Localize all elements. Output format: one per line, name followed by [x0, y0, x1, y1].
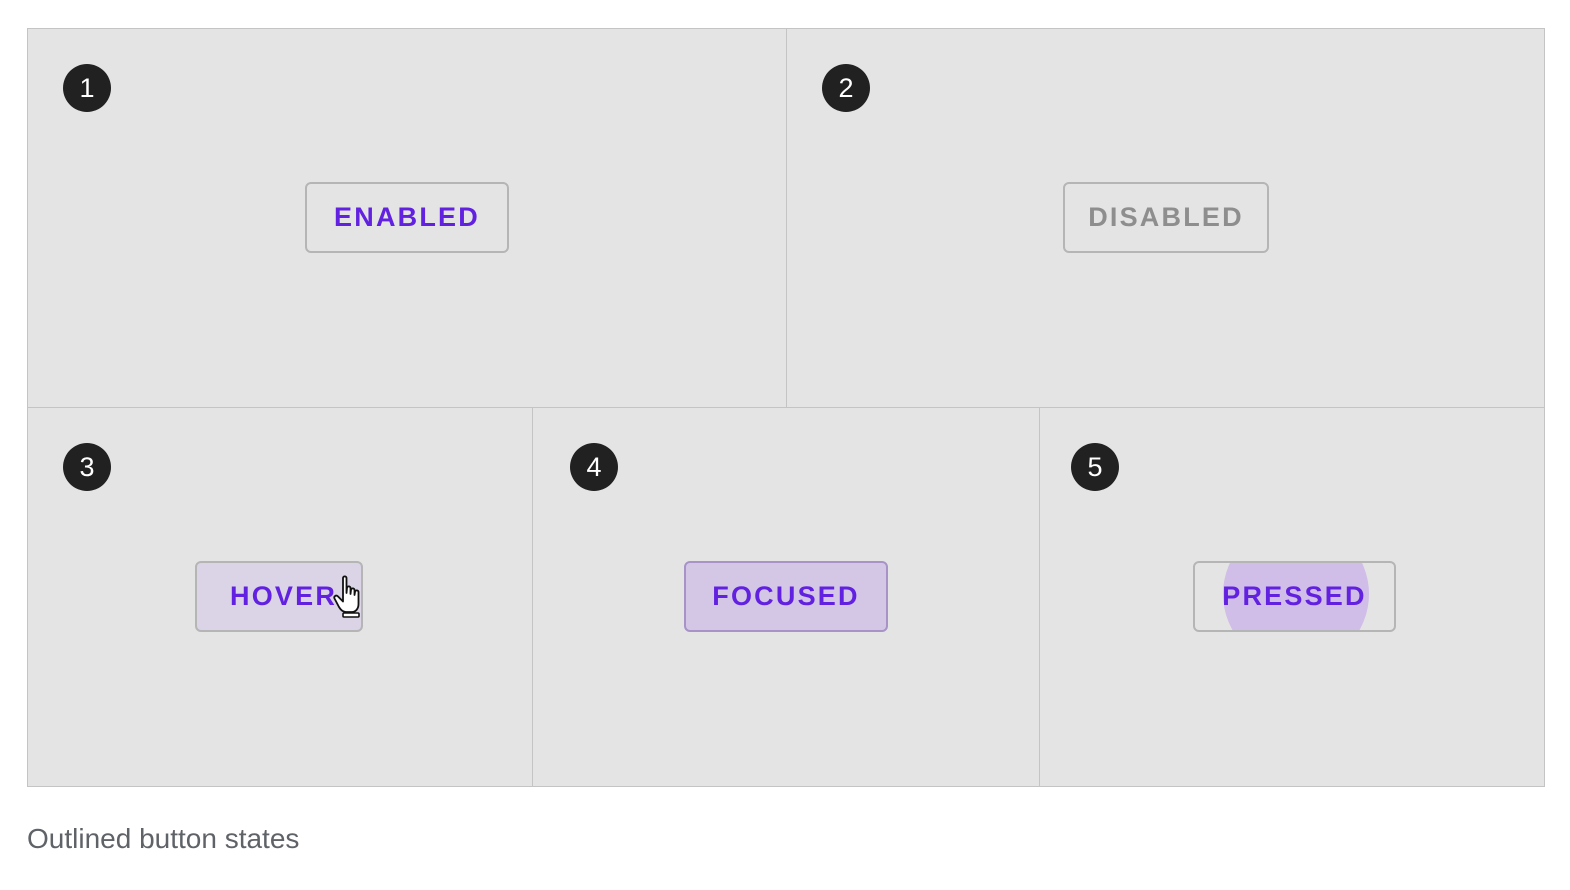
panel-focused: 4 FOCUSED — [533, 408, 1040, 786]
focused-button-label: FOCUSED — [712, 581, 860, 611]
pressed-button-label: PRESSED — [1222, 581, 1367, 611]
pressed-button[interactable]: PRESSED — [1193, 561, 1396, 632]
step-badge-5: 5 — [1071, 443, 1119, 491]
states-board: 1 ENABLED 2 DISABLED 3 HOVER 4 FOCUSED 5… — [27, 28, 1545, 787]
hover-button-label: HOVER — [230, 581, 338, 611]
panel-disabled: 2 DISABLED — [787, 29, 1544, 408]
hand-pointer-icon — [333, 575, 360, 618]
enabled-button[interactable]: ENABLED — [305, 182, 509, 253]
panel-enabled: 1 ENABLED — [28, 29, 787, 408]
panel-hover: 3 HOVER — [28, 408, 533, 786]
figure-caption: Outlined button states — [27, 823, 300, 854]
step-badge-4: 4 — [570, 443, 618, 491]
disabled-button: DISABLED — [1063, 182, 1269, 253]
step-badge-1: 1 — [63, 64, 111, 112]
step-badge-2: 2 — [822, 64, 870, 112]
focused-button[interactable]: FOCUSED — [684, 561, 888, 632]
enabled-button-label: ENABLED — [334, 202, 480, 232]
panel-pressed: 5 PRESSED — [1040, 408, 1544, 786]
disabled-button-label: DISABLED — [1088, 202, 1244, 232]
step-badge-3: 3 — [63, 443, 111, 491]
